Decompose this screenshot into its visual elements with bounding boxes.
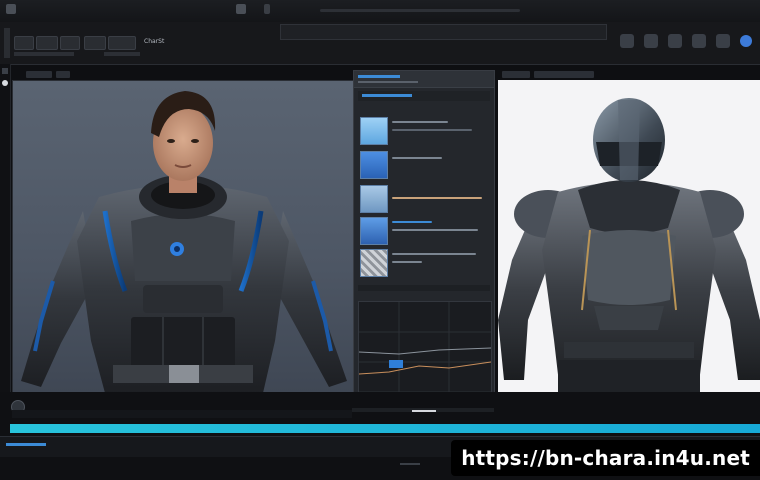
title-bar xyxy=(0,0,760,23)
list-item[interactable] xyxy=(358,149,490,181)
item-line xyxy=(392,261,422,263)
left-tool-strip xyxy=(0,64,11,404)
character-front-render xyxy=(21,91,347,393)
globe-icon[interactable] xyxy=(740,35,752,47)
item-line xyxy=(392,157,442,159)
filter-bar xyxy=(362,94,412,97)
title-bar-handle xyxy=(320,9,520,12)
item-line xyxy=(392,121,448,123)
asset-panel xyxy=(353,70,495,417)
toolbar-button-4[interactable] xyxy=(108,36,136,50)
toolbar-subrow xyxy=(14,52,74,56)
panel-title-bar xyxy=(358,75,400,78)
tab-view[interactable] xyxy=(502,71,530,78)
watermark-url: https://bn-chara.in4u.net xyxy=(451,440,760,476)
panel-filter[interactable] xyxy=(358,91,490,101)
list-item[interactable] xyxy=(358,183,490,215)
tab-view-2[interactable] xyxy=(534,71,594,78)
brush-icon[interactable] xyxy=(644,34,658,48)
toolbar-button-3[interactable] xyxy=(84,36,106,50)
item-line xyxy=(392,197,482,199)
viewport-right[interactable] xyxy=(498,80,760,392)
thumbnail xyxy=(360,249,388,277)
thumbnail xyxy=(360,185,388,213)
light-icon[interactable] xyxy=(692,34,706,48)
camera-icon[interactable] xyxy=(668,34,682,48)
timeline-marker[interactable] xyxy=(412,410,436,412)
toolbar-button-1[interactable] xyxy=(36,36,58,50)
app-window: CharSt https://bn-chara.in4u.net xyxy=(0,0,760,480)
tool-icon[interactable] xyxy=(2,68,8,74)
grid-icon[interactable] xyxy=(620,34,634,48)
character-armor-render xyxy=(498,98,760,392)
toolbar-grip xyxy=(4,28,10,58)
panel-subtitle-bar xyxy=(358,81,418,83)
main-toolbar: CharSt xyxy=(0,22,760,65)
timeline-track[interactable] xyxy=(12,410,352,418)
timeline-progress-bar[interactable] xyxy=(10,424,760,433)
address-field[interactable] xyxy=(280,24,607,40)
item-line xyxy=(392,253,476,255)
status-indicator xyxy=(6,443,46,446)
item-line xyxy=(392,221,432,223)
list-item[interactable] xyxy=(358,215,490,247)
viewport-left-tabs xyxy=(12,71,352,79)
hamburger-icon[interactable] xyxy=(14,36,34,50)
toolbar-label-1: CharSt xyxy=(144,38,165,45)
panel-divider xyxy=(358,285,490,291)
thumbnail xyxy=(360,117,388,145)
toolbar-subrow-2 xyxy=(104,52,140,56)
item-line xyxy=(392,129,472,131)
thumbnail xyxy=(360,151,388,179)
list-item[interactable] xyxy=(358,115,490,147)
viewport-right-tabs xyxy=(498,71,760,79)
tab-view-2[interactable] xyxy=(56,71,70,78)
select-tool-icon[interactable] xyxy=(2,80,8,86)
thumbnail xyxy=(360,217,388,245)
toolbar-button-2[interactable] xyxy=(60,36,80,50)
list-item[interactable] xyxy=(358,247,490,279)
panel-header xyxy=(354,71,494,88)
item-line xyxy=(392,229,478,231)
status-mark xyxy=(400,463,420,465)
window-control-icon[interactable] xyxy=(236,4,246,14)
tab-view[interactable] xyxy=(26,71,52,78)
app-icon xyxy=(6,4,16,14)
right-toolbar xyxy=(620,34,752,48)
minimize-icon[interactable] xyxy=(264,4,270,14)
viewport-left[interactable] xyxy=(12,80,354,394)
gear-icon[interactable] xyxy=(716,34,730,48)
